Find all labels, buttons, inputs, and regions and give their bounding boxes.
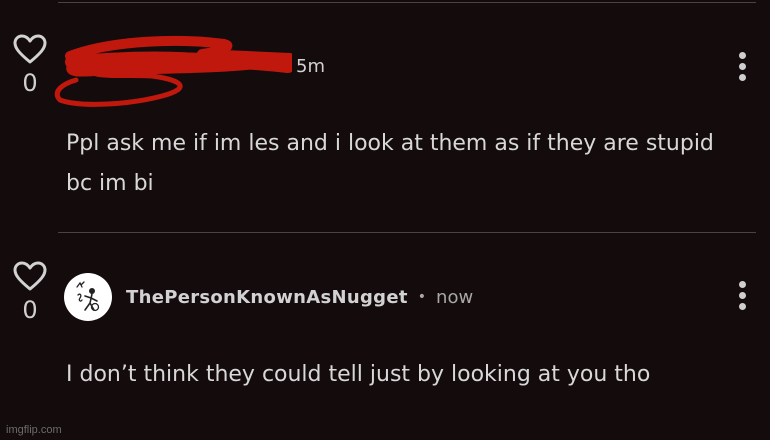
comment-time: 5m	[296, 56, 325, 77]
redacted-username-scribble	[54, 35, 292, 107]
more-vertical-icon[interactable]	[736, 52, 748, 81]
doodle-figure-avatar-icon	[76, 281, 100, 312]
avatar[interactable]	[64, 273, 112, 321]
heart-outline-icon[interactable]	[13, 34, 47, 64]
comment-header: ThePersonKnownAsNugget • now	[64, 273, 473, 321]
comment-time: now	[436, 286, 474, 308]
comment-thread: 0 5m Ppl ask me if im les and i look at …	[0, 0, 770, 440]
separator-dot: •	[417, 289, 427, 305]
heart-outline-icon[interactable]	[13, 261, 47, 291]
username-link[interactable]: ThePersonKnownAsNugget	[126, 287, 408, 308]
watermark: imgflip.com	[6, 424, 62, 436]
like-count: 0	[22, 296, 38, 324]
comment-text: Ppl ask me if im les and i look at them …	[66, 131, 714, 196]
comment-1: 0 5m Ppl ask me if im les and i look at …	[0, 0, 770, 232]
like-column: 0	[12, 261, 48, 323]
like-column: 0	[12, 34, 48, 96]
comment-text: I don’t think they could tell just by lo…	[66, 362, 651, 387]
more-vertical-icon[interactable]	[736, 281, 748, 310]
like-count: 0	[22, 69, 38, 97]
comment-2: 0 ThePersonKnownAsNugget • now I don’t t…	[0, 233, 770, 440]
